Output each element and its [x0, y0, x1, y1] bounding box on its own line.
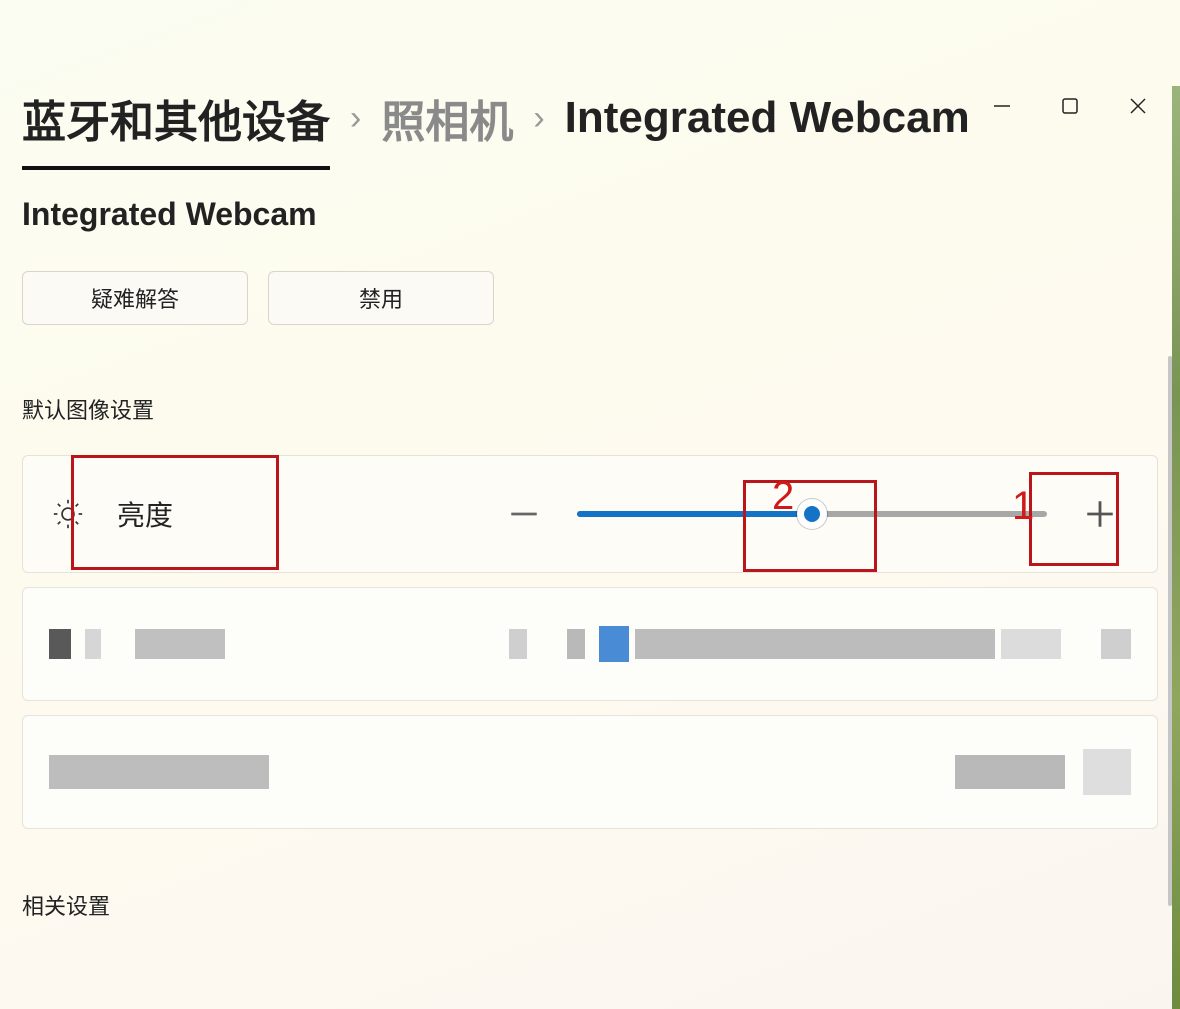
- breadcrumb-bluetooth[interactable]: 蓝牙和其他设备: [22, 86, 330, 150]
- breadcrumb-underline: [22, 166, 330, 170]
- annotation-label: 2: [772, 474, 794, 519]
- maximize-button[interactable]: [1036, 86, 1104, 126]
- troubleshoot-button[interactable]: 疑难解答: [22, 271, 248, 325]
- close-button[interactable]: [1104, 86, 1172, 126]
- action-buttons: 疑难解答 禁用: [22, 271, 1158, 325]
- section-default-image-settings: 默认图像设置: [22, 393, 1158, 425]
- setting-card-placeholder: [22, 587, 1158, 701]
- slider-thumb[interactable]: [797, 499, 827, 529]
- disable-button[interactable]: 禁用: [268, 271, 494, 325]
- page-title: Integrated Webcam: [22, 196, 1158, 233]
- chevron-right-icon: ›: [533, 99, 544, 138]
- background-edge: [1172, 86, 1180, 1009]
- brightness-card: 亮度: [22, 455, 1158, 573]
- brightness-label: 亮度: [117, 494, 173, 534]
- decrease-button[interactable]: [495, 485, 553, 543]
- minimize-button[interactable]: [968, 86, 1036, 126]
- chevron-right-icon: ›: [350, 99, 361, 138]
- window-titlebar: [968, 86, 1172, 126]
- setting-card-placeholder: [22, 715, 1158, 829]
- breadcrumb-label: 蓝牙和其他设备: [22, 98, 330, 147]
- brightness-slider[interactable]: [577, 511, 1047, 517]
- scrollbar[interactable]: [1168, 356, 1172, 906]
- breadcrumb-camera[interactable]: 照相机: [381, 86, 513, 150]
- annotation-label: 1: [1012, 484, 1034, 529]
- section-related-settings: 相关设置: [22, 889, 1158, 921]
- annotation-box: [71, 455, 279, 570]
- increase-button[interactable]: [1071, 485, 1129, 543]
- breadcrumb-current: Integrated Webcam: [565, 93, 970, 143]
- brightness-icon: [51, 497, 85, 531]
